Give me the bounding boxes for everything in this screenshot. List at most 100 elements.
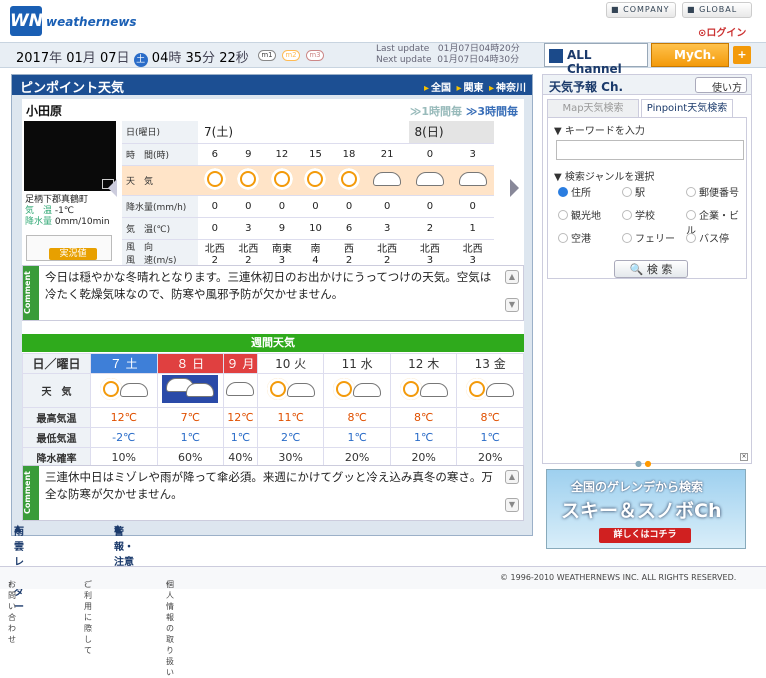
close-icon[interactable]: × bbox=[740, 453, 748, 461]
temp-cell: 10 bbox=[298, 217, 333, 240]
side-header: 天気予報 Ch. 使い方 bbox=[543, 75, 751, 95]
banner-more-label: 詳しくはコチラ bbox=[613, 530, 677, 540]
keyword-input[interactable] bbox=[556, 140, 744, 160]
search-label: 検 索 bbox=[646, 263, 673, 276]
live-camera[interactable] bbox=[24, 121, 116, 191]
weather-cell bbox=[408, 165, 452, 196]
week-low: 1℃ bbox=[156, 427, 225, 448]
scroll-up-icon[interactable]: ▲ bbox=[505, 470, 519, 484]
next-update: 01月07日04時30分 bbox=[437, 55, 520, 65]
tab-map-search[interactable]: Map天気検索 bbox=[547, 99, 639, 117]
last-update: 01月07日04時20分 bbox=[437, 44, 520, 54]
sun-cloud-icon bbox=[462, 375, 519, 403]
m2-toggle[interactable]: m2 bbox=[282, 50, 300, 61]
minute-unit: 分 bbox=[202, 51, 216, 66]
tab-pinpoint-search[interactable]: Pinpoint天気検索 bbox=[641, 99, 733, 117]
sun-icon bbox=[237, 167, 260, 190]
weather-cell bbox=[198, 165, 232, 196]
m3-toggle[interactable]: m3 bbox=[306, 50, 324, 61]
breadcrumb-kanagawa[interactable]: 神奈川 bbox=[496, 83, 526, 94]
wind-speed: 3 bbox=[278, 254, 286, 266]
week-day: ９ 月 bbox=[223, 353, 258, 374]
interval-tabs: ≫1時間毎 ≫3時間毎 bbox=[410, 103, 518, 119]
howto-button[interactable]: 使い方 bbox=[695, 77, 747, 94]
week-low: 1℃ bbox=[323, 427, 391, 448]
genre-radio[interactable]: 住所 bbox=[558, 184, 591, 199]
radio-icon bbox=[686, 187, 696, 197]
comment-scrollbar[interactable]: ▲ ▼ bbox=[505, 470, 521, 516]
station-name: 足柄下郡真鶴町 bbox=[25, 195, 89, 205]
tab-1h[interactable]: ≫1時間毎 bbox=[410, 105, 462, 118]
genre-radio[interactable]: バス停 bbox=[686, 230, 729, 245]
radio-icon bbox=[558, 210, 568, 220]
genre-label: 住所 bbox=[571, 188, 591, 199]
sun-cloud-icon bbox=[329, 375, 386, 403]
last-update-label: Last update bbox=[376, 44, 430, 54]
logo[interactable]: WN weathernews bbox=[10, 6, 140, 36]
login-link[interactable]: ⊙ログイン bbox=[698, 24, 746, 39]
logo-mark: WN bbox=[10, 6, 43, 36]
weekday-badge: 土 bbox=[133, 53, 148, 67]
genre-radio[interactable]: 郵便番号 bbox=[686, 184, 739, 199]
wind-dir: 北西 bbox=[238, 243, 259, 255]
next-arrow-icon[interactable] bbox=[510, 179, 519, 197]
wind-speed: 2 bbox=[211, 254, 218, 266]
second-unit: 秒 bbox=[235, 51, 249, 66]
day-header: 8(日) bbox=[408, 121, 494, 144]
global-link[interactable]: ■ GLOBAL bbox=[682, 2, 752, 18]
precip-cell: 0 bbox=[332, 195, 366, 218]
prev-arrow-icon[interactable] bbox=[108, 179, 117, 197]
genre-label: 郵便番号 bbox=[699, 188, 739, 199]
m1-toggle[interactable]: m1 bbox=[258, 50, 276, 61]
mych-button[interactable]: MyCh. bbox=[651, 43, 729, 67]
week-low: 2℃ bbox=[256, 427, 325, 448]
scroll-down-icon[interactable]: ▼ bbox=[505, 498, 519, 512]
ski-banner[interactable]: 全国のゲレンデから検索 スキー＆スノボCh 詳しくはコチラ bbox=[546, 469, 746, 549]
week-day: 11 水 bbox=[323, 353, 391, 374]
week-day: ８ 日 bbox=[156, 353, 225, 374]
week-high: 12℃ bbox=[90, 407, 158, 428]
all-channel-button[interactable]: ALL Channel bbox=[544, 43, 648, 76]
wind-cell: 北西 2 bbox=[365, 239, 409, 267]
live-data-button[interactable]: 実況値 bbox=[26, 235, 112, 261]
week-weather bbox=[323, 373, 391, 408]
breadcrumb-kanto[interactable]: 関東 bbox=[463, 83, 483, 94]
wind-dir: 北西 bbox=[462, 243, 483, 255]
hour-unit: 時 bbox=[168, 51, 182, 66]
station-rain: 0mm/10min bbox=[54, 217, 110, 227]
pager-dots[interactable]: ● ● bbox=[635, 459, 652, 468]
wind-dir: 南 bbox=[310, 243, 321, 255]
add-button[interactable]: + bbox=[733, 46, 751, 64]
scroll-up-icon[interactable]: ▲ bbox=[505, 270, 519, 284]
breadcrumb-national[interactable]: 全国 bbox=[431, 83, 451, 94]
minute: 35 bbox=[185, 51, 203, 66]
genre-radio[interactable]: 駅 bbox=[622, 184, 645, 199]
precip-cell: 0 bbox=[365, 195, 409, 218]
date-bar: 2017年 01月 07日 土 04時 35分 22秒 m1 m2 m3 Las… bbox=[0, 42, 766, 76]
genre-label: バス停 bbox=[699, 234, 729, 245]
genre-radio[interactable]: 空港 bbox=[558, 230, 591, 245]
scroll-down-icon[interactable]: ▼ bbox=[505, 298, 519, 312]
company-link[interactable]: ■ COMPANY bbox=[606, 2, 676, 18]
search-button[interactable]: 🔍 検 索 bbox=[614, 260, 688, 278]
genre-radio[interactable]: フェリー bbox=[622, 230, 675, 245]
row-label-low: 最低気温 bbox=[22, 427, 91, 448]
week-high: 8℃ bbox=[323, 407, 391, 428]
comment-scrollbar[interactable]: ▲ ▼ bbox=[505, 270, 521, 316]
wind-speed: 2 bbox=[345, 254, 353, 266]
cloud-snow-icon bbox=[162, 375, 219, 403]
wind-cell: 北西 2 bbox=[198, 239, 232, 267]
genre-radio[interactable]: 観光地 bbox=[558, 207, 601, 222]
tab-3h[interactable]: ≫3時間毎 bbox=[466, 105, 518, 118]
genre-label: ▼ 検索ジャンルを選択 bbox=[554, 172, 655, 183]
genre-label: 空港 bbox=[571, 234, 591, 245]
genre-radio[interactable]: 学校 bbox=[622, 207, 655, 222]
bottom-links: ▲雨雲レーダー ▲警報・注意報 bbox=[12, 523, 532, 613]
comment-side-label: Comment bbox=[23, 466, 39, 520]
terms-label: ご利用に際して bbox=[84, 580, 92, 655]
company-icon: ■ bbox=[611, 5, 624, 14]
day-unit: 日 bbox=[116, 51, 130, 66]
genre-label: 観光地 bbox=[571, 211, 601, 222]
banner-more-button[interactable]: 詳しくはコチラ bbox=[599, 528, 691, 543]
search-icon: 🔍 bbox=[629, 263, 644, 276]
